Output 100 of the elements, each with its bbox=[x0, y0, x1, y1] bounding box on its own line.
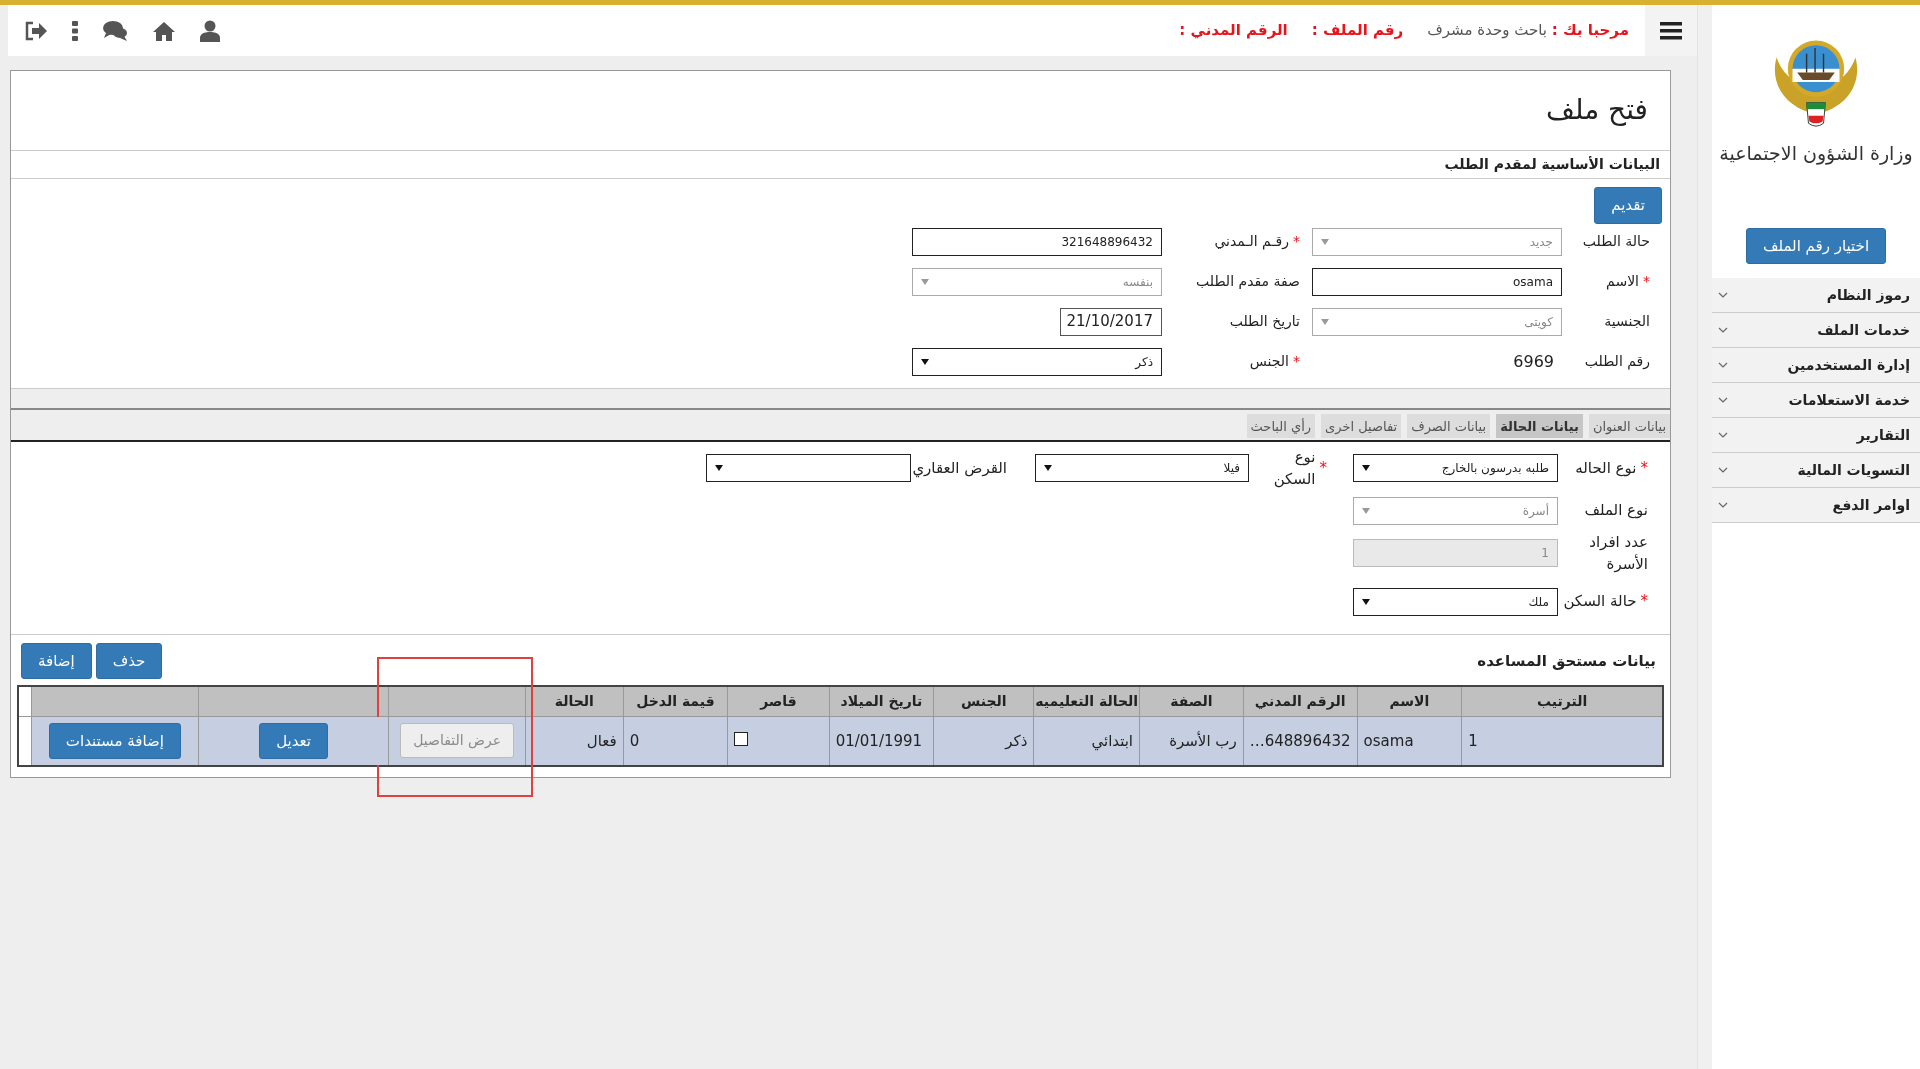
field-label: القرض العقاري bbox=[912, 457, 1007, 480]
chevron-down-icon bbox=[1718, 362, 1728, 368]
menu-item[interactable]: التقارير bbox=[1712, 418, 1920, 453]
field-label: صفة مقدم الطلب bbox=[1196, 272, 1300, 291]
action-button[interactable]: تعديل bbox=[259, 722, 329, 759]
chevron-down-icon bbox=[1718, 292, 1728, 298]
home-icon[interactable] bbox=[152, 20, 176, 41]
welcome-text: مرحبا بك : باحث وحدة مشرف bbox=[1427, 20, 1629, 42]
required-mark: * bbox=[1293, 232, 1300, 251]
dropdown-caret-icon bbox=[921, 358, 929, 365]
menu-item-label: التقارير bbox=[1856, 425, 1910, 446]
tab[interactable]: بيانات العنوان bbox=[1588, 413, 1670, 440]
column-header: الحالة التعليميه bbox=[1033, 686, 1140, 716]
table-cell: فعال bbox=[525, 716, 624, 766]
select-field[interactable]: فيلا bbox=[1035, 454, 1249, 482]
civil-id-label: الرقم المدني : bbox=[1179, 20, 1288, 42]
field-label: رقم الطلب bbox=[1584, 352, 1650, 372]
action-button: عرض التفاصيل bbox=[400, 723, 515, 759]
column-header: الاسم bbox=[1357, 686, 1462, 716]
menu-item[interactable]: رموز النظام bbox=[1712, 278, 1920, 313]
chevron-down-icon bbox=[1718, 397, 1728, 403]
menu-item-label: رموز النظام bbox=[1826, 285, 1910, 306]
select-field[interactable]: ملك bbox=[1353, 587, 1558, 616]
required-mark: * bbox=[1640, 457, 1648, 479]
field-label: الجنسية bbox=[1604, 312, 1650, 331]
tab[interactable]: تفاصيل اخرى bbox=[1321, 413, 1402, 440]
file-number-label: رقم الملف : bbox=[1311, 20, 1404, 42]
select-value: ملك bbox=[1528, 593, 1549, 611]
select-field[interactable] bbox=[706, 454, 911, 482]
column-header: قيمة الدخل bbox=[623, 686, 728, 716]
select-value: جديد bbox=[1529, 233, 1553, 251]
action-button[interactable]: حذف bbox=[95, 642, 163, 679]
menu-item[interactable]: خدمة الاستعلامات bbox=[1712, 383, 1920, 418]
menu-item[interactable]: اوامر الدفع bbox=[1712, 488, 1920, 523]
input-field[interactable]: 321648896432 bbox=[912, 227, 1162, 256]
column-header: تاريخ الميلاد bbox=[829, 686, 934, 716]
action-button[interactable]: إضافة مستندات bbox=[48, 722, 181, 759]
request-number: 6969 bbox=[1512, 350, 1555, 373]
field-label: رقـم الـمدني bbox=[1214, 232, 1289, 252]
section-title: بيانات مستحق المساعده bbox=[1477, 650, 1656, 672]
input-field: 1 bbox=[1353, 539, 1558, 567]
chevron-down-icon bbox=[1718, 467, 1728, 473]
menu-item-label: التسويات المالية bbox=[1797, 460, 1910, 481]
menu-item[interactable]: التسويات المالية bbox=[1712, 453, 1920, 488]
table-cell: 01/01/1991 bbox=[829, 716, 934, 766]
chat-icon[interactable] bbox=[102, 19, 128, 42]
table-cell: ابتدائي bbox=[1033, 716, 1140, 766]
select-value: بنفسه bbox=[1122, 273, 1153, 291]
field-label: الجنس bbox=[1249, 352, 1289, 372]
field-label: تاريخ الطلب bbox=[1229, 312, 1300, 332]
field-label: الاسم bbox=[1606, 272, 1639, 292]
field-label: نوع السكن bbox=[1272, 446, 1316, 490]
tab[interactable]: رأي الباحث bbox=[1246, 413, 1316, 440]
dropdown-caret-icon bbox=[1044, 465, 1052, 471]
required-mark: * bbox=[1293, 352, 1300, 371]
select-file-button[interactable]: اختيار رقم الملف bbox=[1745, 227, 1887, 264]
field-label: نوع الملف bbox=[1584, 500, 1648, 522]
column-header: الصفة bbox=[1139, 686, 1244, 716]
chevron-down-icon bbox=[1718, 432, 1728, 438]
dropdown-caret-icon bbox=[921, 278, 929, 285]
logout-icon[interactable] bbox=[24, 20, 48, 41]
tab[interactable]: بيانات الحالة bbox=[1496, 413, 1583, 440]
table-cell: …648896432 bbox=[1243, 716, 1358, 766]
dropdown-caret-icon bbox=[1362, 598, 1370, 605]
required-mark: * bbox=[1640, 591, 1648, 613]
input-field[interactable]: osama bbox=[1312, 267, 1562, 296]
menu-item[interactable]: خدمات الملف bbox=[1712, 313, 1920, 348]
checkbox[interactable] bbox=[734, 731, 749, 746]
select-value: طلبه بدرسون بالخارج bbox=[1441, 460, 1549, 477]
menu-item[interactable]: إدارة المستخدمين bbox=[1712, 348, 1920, 383]
table-cell: رب الأسرة bbox=[1139, 716, 1244, 766]
more-icon[interactable] bbox=[72, 20, 78, 41]
menu-item-label: خدمة الاستعلامات bbox=[1788, 390, 1910, 410]
select-field[interactable]: ذكر bbox=[912, 347, 1162, 376]
section-title: البيانات الأساسية لمقدم الطلب bbox=[11, 151, 1670, 179]
chevron-down-icon bbox=[1718, 502, 1728, 508]
dropdown-caret-icon bbox=[1362, 465, 1370, 471]
menu-item-label: خدمات الملف bbox=[1817, 320, 1910, 340]
ministry-name: وزارة الشؤون الاجتماعية bbox=[1719, 141, 1913, 167]
dropdown-caret-icon bbox=[715, 465, 723, 471]
menu-icon[interactable] bbox=[1660, 21, 1682, 40]
column-header: الجنس bbox=[933, 686, 1034, 716]
field-label: عدد افراد الأسرة bbox=[1588, 531, 1648, 575]
dropdown-caret-icon bbox=[1321, 318, 1329, 325]
table-cell: 1 bbox=[1461, 716, 1663, 766]
column-header: قاصر bbox=[727, 686, 830, 716]
tab[interactable]: بيانات الصرف bbox=[1407, 413, 1491, 440]
user-icon[interactable] bbox=[200, 19, 220, 42]
select-value: كويتى bbox=[1524, 313, 1553, 331]
select-value: فيلا bbox=[1223, 460, 1240, 477]
table-cell: osama bbox=[1357, 716, 1462, 766]
table-cell: 0 bbox=[623, 716, 728, 766]
column-header: الحالة bbox=[525, 686, 624, 716]
required-mark: * bbox=[1319, 457, 1327, 479]
action-button[interactable]: إضافة bbox=[21, 642, 92, 679]
field-label: نوع الحاله bbox=[1575, 457, 1637, 479]
chevron-down-icon bbox=[1718, 327, 1728, 333]
date-field[interactable]: 21/10/2017 bbox=[1060, 307, 1162, 336]
select-field[interactable]: طلبه بدرسون بالخارج bbox=[1353, 454, 1558, 482]
submit-button[interactable]: تقديم bbox=[1594, 187, 1662, 224]
